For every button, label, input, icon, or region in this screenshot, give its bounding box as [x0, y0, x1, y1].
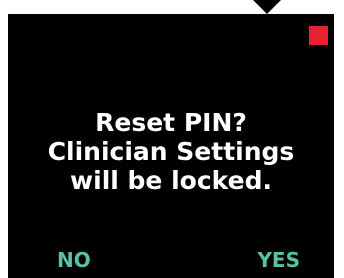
yes-button[interactable]: YES: [257, 249, 300, 271]
message-line-1: Reset PIN?: [95, 108, 247, 137]
down-arrow-pointer-icon: [253, 0, 281, 14]
no-button[interactable]: NO: [57, 249, 91, 271]
status-indicator-icon: [309, 26, 328, 45]
device-screen: Reset PIN? Clinician Settings will be lo…: [8, 14, 334, 278]
message-line-3: will be locked.: [70, 166, 272, 195]
message-line-2: Clinician Settings: [47, 137, 295, 166]
device-frame: Reset PIN? Clinician Settings will be lo…: [0, 0, 344, 278]
confirmation-message: Reset PIN? Clinician Settings will be lo…: [8, 108, 334, 195]
